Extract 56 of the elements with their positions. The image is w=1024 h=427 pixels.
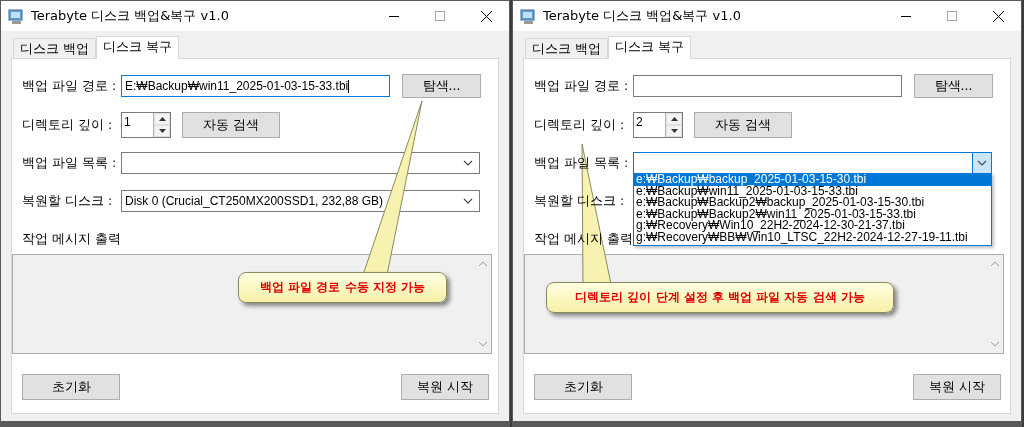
computer-icon — [519, 7, 537, 25]
window-title: Terabyte 디스크 백업&복구 v1.0 — [543, 7, 742, 25]
path-field[interactable] — [633, 75, 902, 97]
reset-button[interactable]: 초기화 — [22, 374, 120, 400]
down-arrow-icon — [670, 129, 678, 133]
restore-button[interactable]: 복원 시작 — [401, 374, 489, 400]
minimize-icon — [901, 15, 911, 17]
chevron-down-icon — [463, 198, 473, 204]
down-arrow-icon — [158, 129, 166, 133]
callout: 백업 파일 경로 수동 지정 가능 — [238, 272, 447, 303]
up-arrow-icon — [670, 117, 678, 121]
chevron-down-icon — [463, 160, 473, 166]
tab[interactable]: 디스크 복구 — [608, 36, 691, 59]
window-title: Terabyte 디스크 백업&복구 v1.0 — [31, 7, 230, 25]
close-icon — [480, 10, 492, 22]
field-label: 백업 파일 경로 : — [22, 77, 118, 95]
up-arrow-icon — [158, 117, 166, 121]
callout: 디렉토리 깊이 단계 설정 후 백업 파일 자동 검색 가능 — [546, 282, 894, 313]
tab[interactable]: 디스크 백업 — [13, 38, 96, 58]
field-label: 백업 파일 경로 : — [534, 77, 630, 95]
depth-spinner[interactable]: 1 — [121, 112, 171, 138]
field-label: 디렉토리 깊이 : — [534, 116, 626, 134]
list-option[interactable]: e:₩Backup₩Backup2₩win11_2025-01-03-15-33.tbi — [634, 208, 991, 221]
close-icon — [992, 10, 1004, 22]
list-option[interactable]: g:₩Recovery₩Win10_22H2-2024-12-30-21-37.tbi — [634, 220, 991, 232]
field-label: 백업 파일 목록 : — [22, 154, 118, 172]
disk-dropdown[interactable]: Disk 0 (Crucial_CT250MX200SSD1, 232,88 GB) — [121, 190, 480, 212]
depth-spinner[interactable]: 2 — [633, 112, 683, 138]
browse-button[interactable]: 탐색... — [402, 74, 481, 98]
section-label: 작업 메시지 출력 — [22, 231, 121, 248]
reset-button[interactable]: 초기화 — [534, 374, 632, 400]
field-label: 디렉토리 깊이 : — [22, 116, 114, 134]
restore-button[interactable]: 복원 시작 — [913, 374, 1001, 400]
tab[interactable]: 디스크 복구 — [96, 36, 179, 59]
list-option[interactable]: e:₩Backup₩backup_2025-01-03-15-30.tbi — [634, 174, 991, 186]
list-option[interactable]: g:₩Recovery₩BB₩Win10_LTSC_22H2-2024-12-27-19-11.tbi — [634, 231, 991, 244]
auto-search-button[interactable]: 자동 검색 — [694, 112, 792, 138]
maximize-icon — [435, 11, 445, 21]
tab[interactable]: 디스크 백업 — [525, 38, 608, 58]
list-option[interactable]: e:₩Backup₩Backup2₩backup_2025-01-03-15-30.tbi — [634, 197, 991, 209]
file-list-dropdown[interactable] — [121, 152, 480, 174]
field-label: 복원할 디스크 : — [22, 192, 114, 210]
chevron-down-icon — [977, 160, 987, 166]
scroll-up-icon — [990, 261, 999, 266]
section-label: 작업 메시지 출력 — [534, 231, 633, 248]
maximize-icon — [947, 11, 957, 21]
scroll-down-icon — [990, 342, 999, 347]
scroll-up-icon — [478, 261, 487, 266]
field-label: 백업 파일 목록 : — [534, 154, 630, 172]
browse-button[interactable]: 탐색... — [914, 74, 993, 98]
scroll-down-icon — [478, 342, 487, 347]
minimize-icon — [389, 15, 399, 17]
list-option[interactable]: e:₩Backup₩win11_2025-01-03-15-33.tbi — [634, 185, 991, 198]
path-field[interactable]: E:₩Backup₩win11_2025-01-03-15-33.tbi — [121, 75, 390, 97]
auto-search-button[interactable]: 자동 검색 — [182, 112, 280, 138]
computer-icon — [7, 7, 25, 25]
